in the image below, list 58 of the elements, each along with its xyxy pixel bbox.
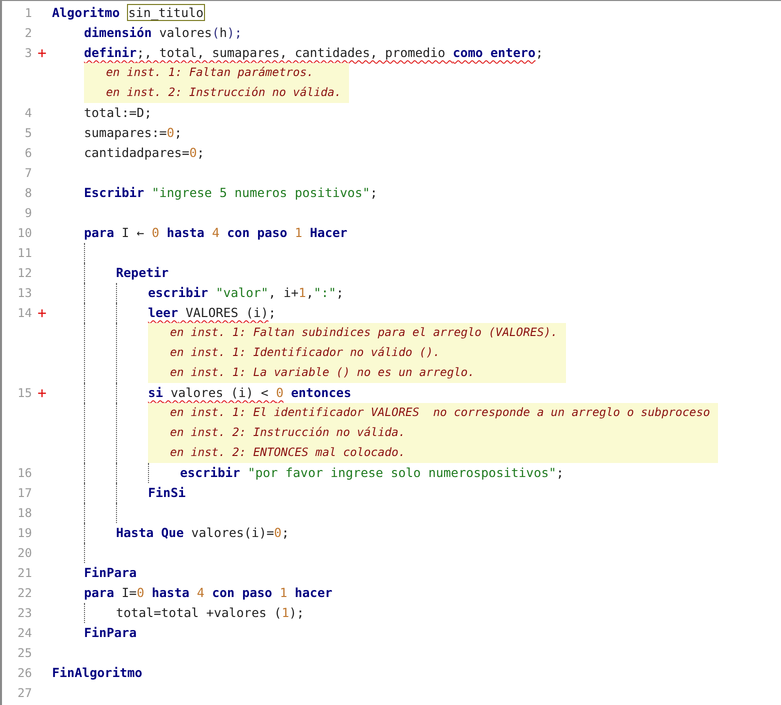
code-line: si valores (i) < 0 entonces bbox=[148, 384, 352, 402]
code-line: dimensión valores(h); bbox=[84, 24, 242, 42]
line-number: 25 bbox=[16, 645, 32, 662]
error-message: en inst. 2: Instrucción no válida. bbox=[170, 424, 406, 442]
error-message: en inst. 1: Identificador no válido (). bbox=[170, 344, 442, 362]
line-number: 4 bbox=[24, 105, 32, 122]
error-message: en inst. 1: La variable () no es un arreglo. bbox=[170, 364, 476, 382]
line-number: 7 bbox=[24, 165, 32, 182]
line-number: 22 bbox=[16, 585, 32, 602]
code-line: escribir "valor", i+1,":"; bbox=[148, 284, 344, 302]
code-line: FinSi bbox=[148, 484, 186, 502]
line-number: 8 bbox=[24, 185, 32, 202]
line-number: 26 bbox=[16, 665, 32, 682]
code-line: sumapares:=0; bbox=[84, 124, 182, 142]
code-line: para I ← 0 hasta 4 con paso 1 Hacer bbox=[84, 224, 348, 242]
line-number: 24 bbox=[16, 625, 32, 642]
line-number: 18 bbox=[16, 505, 32, 522]
error-message: en inst. 2: Instrucción no válida. bbox=[106, 84, 342, 102]
error-message: en inst. 1: El identificador VALORES no corresponde a un arreglo o subproceso bbox=[170, 404, 710, 422]
code-line: total=total +valores (1); bbox=[116, 604, 304, 622]
line-number: 14 bbox=[16, 305, 32, 322]
error-message: en inst. 1: Faltan parámetros. bbox=[106, 64, 315, 82]
line-number: 9 bbox=[24, 205, 32, 222]
line-number: 2 bbox=[24, 25, 32, 42]
line-number: 13 bbox=[16, 285, 32, 302]
code-line: Algoritmo sin_titulo bbox=[52, 4, 205, 22]
line-number: 23 bbox=[16, 605, 32, 622]
line-number: 1 bbox=[24, 5, 32, 22]
line-number: 20 bbox=[16, 545, 32, 562]
code-line: leer VALORES (i); bbox=[148, 304, 276, 322]
error-message: en inst. 2: ENTONCES mal colocado. bbox=[170, 444, 406, 462]
code-line: FinAlgoritmo bbox=[52, 664, 142, 682]
code-line: definir;, total, sumapares, cantidades, promedio como entero; bbox=[84, 44, 544, 62]
code-line: Escribir "ingrese 5 numeros positivos"; bbox=[84, 184, 378, 202]
line-number: 6 bbox=[24, 145, 32, 162]
line-number: 16 bbox=[16, 465, 32, 482]
code-line: cantidadpares=0; bbox=[84, 144, 204, 162]
line-number: 15 bbox=[16, 385, 32, 402]
line-number: 5 bbox=[24, 125, 32, 142]
code-line: total:=D; bbox=[84, 104, 152, 122]
code-line: para I=0 hasta 4 con paso 1 hacer bbox=[84, 584, 332, 602]
code-line: Hasta Que valores(i)=0; bbox=[116, 524, 290, 542]
line-number: 12 bbox=[16, 265, 32, 282]
code-line: Repetir bbox=[116, 264, 169, 282]
error-message: en inst. 1: Faltan subindices para el arreglo (VALORES). bbox=[170, 324, 558, 342]
line-number: 27 bbox=[16, 685, 32, 702]
line-number: 11 bbox=[16, 245, 32, 262]
code-line: FinPara bbox=[84, 564, 137, 582]
error-marker[interactable]: + bbox=[37, 306, 47, 320]
code-line: FinPara bbox=[84, 624, 137, 642]
error-marker[interactable]: + bbox=[37, 46, 47, 60]
line-number: 10 bbox=[16, 225, 32, 242]
error-marker[interactable]: + bbox=[37, 386, 47, 400]
line-number: 3 bbox=[24, 45, 32, 62]
line-number: 19 bbox=[16, 525, 32, 542]
line-number: 21 bbox=[16, 565, 32, 582]
line-number: 17 bbox=[16, 485, 32, 502]
code-line: escribir "por favor ingrese solo numerospositivos"; bbox=[180, 464, 564, 482]
